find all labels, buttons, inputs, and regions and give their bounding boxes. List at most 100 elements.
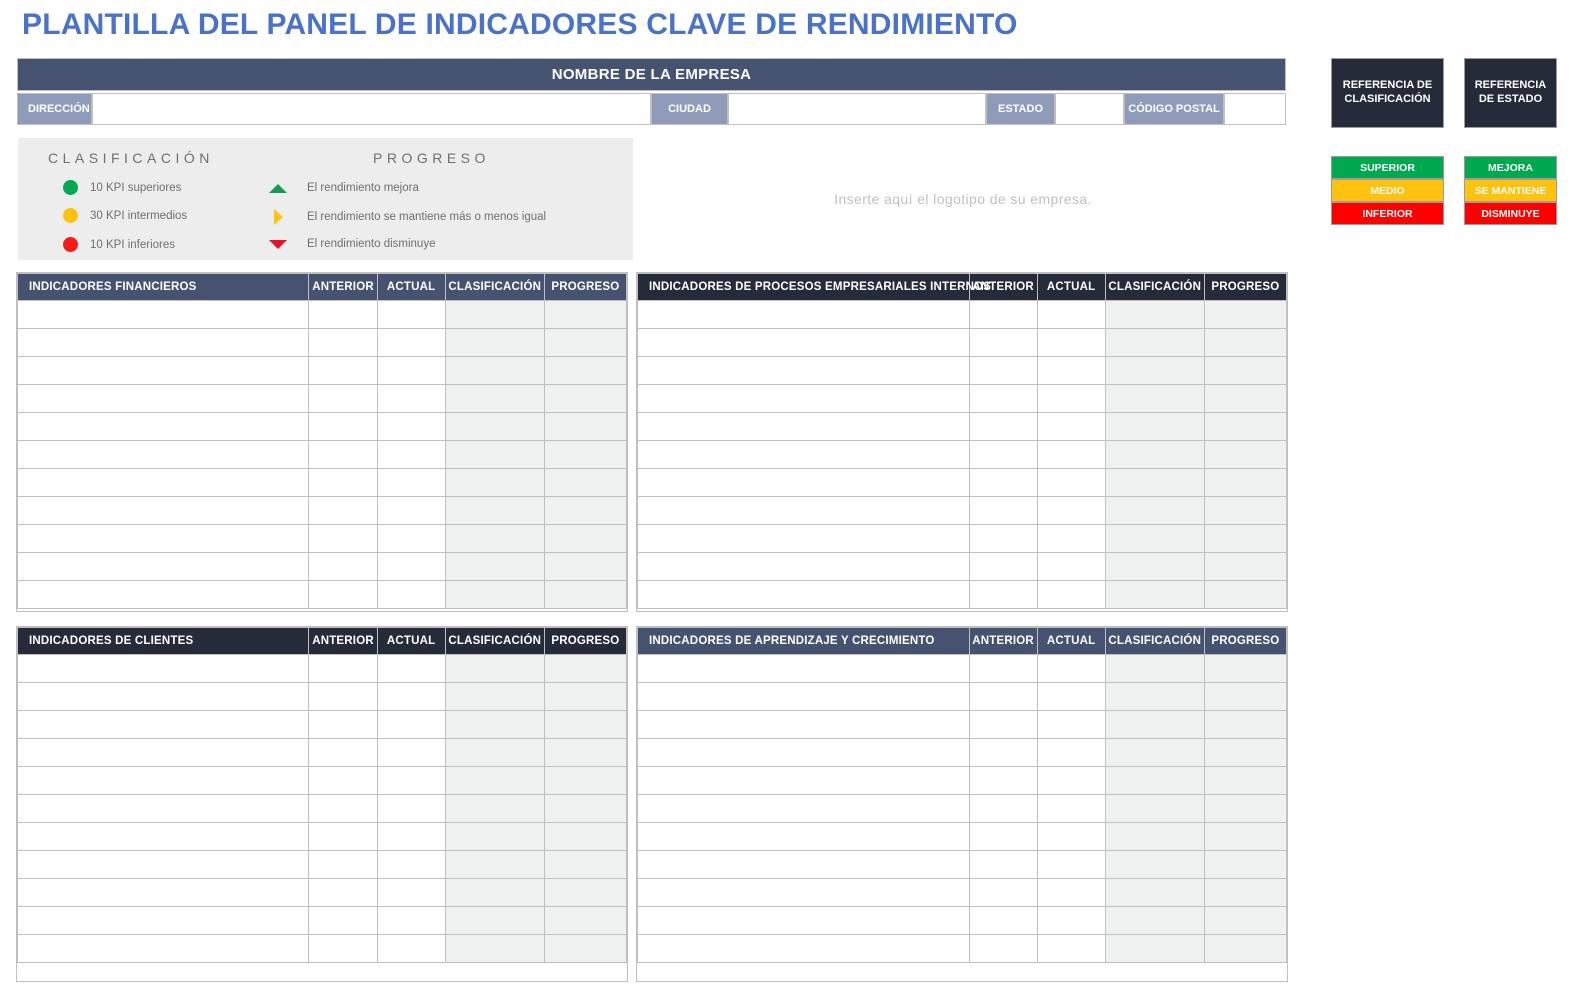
cell-indicator-name[interactable] [16,654,310,683]
cell-anterior[interactable] [308,850,378,879]
cell-clasificacion[interactable] [444,710,545,739]
cell-anterior[interactable] [968,934,1038,963]
cell-anterior[interactable] [968,654,1038,683]
cell-anterior[interactable] [308,580,378,609]
cell-anterior[interactable] [308,412,378,441]
cell-anterior[interactable] [308,300,378,329]
cell-indicator-name[interactable] [637,384,970,413]
cell-anterior[interactable] [968,850,1038,879]
cell-anterior[interactable] [308,822,378,851]
cell-indicator-name[interactable] [16,850,310,879]
cell-progreso[interactable] [543,356,628,385]
cell-actual[interactable] [1036,794,1106,823]
cell-clasificacion[interactable] [1104,682,1205,711]
cell-progreso[interactable] [1203,822,1288,851]
cell-actual[interactable] [376,524,446,553]
cell-clasificacion[interactable] [444,496,545,525]
cell-progreso[interactable] [1203,412,1288,441]
cell-anterior[interactable] [968,552,1038,581]
cell-indicator-name[interactable] [16,710,310,739]
cell-actual[interactable] [376,328,446,357]
cell-anterior[interactable] [968,328,1038,357]
cell-actual[interactable] [1036,580,1106,609]
cell-actual[interactable] [376,710,446,739]
cell-clasificacion[interactable] [1104,794,1205,823]
cell-clasificacion[interactable] [444,356,545,385]
cell-clasificacion[interactable] [1104,412,1205,441]
cell-anterior[interactable] [968,710,1038,739]
cell-progreso[interactable] [543,440,628,469]
cell-anterior[interactable] [308,654,378,683]
cell-actual[interactable] [376,300,446,329]
cell-clasificacion[interactable] [444,766,545,795]
cell-progreso[interactable] [1203,654,1288,683]
cell-indicator-name[interactable] [16,794,310,823]
cell-anterior[interactable] [968,356,1038,385]
cell-progreso[interactable] [1203,356,1288,385]
cell-actual[interactable] [1036,850,1106,879]
cell-indicator-name[interactable] [16,356,310,385]
cell-progreso[interactable] [543,906,628,935]
cell-indicator-name[interactable] [16,906,310,935]
cell-anterior[interactable] [308,682,378,711]
cell-indicator-name[interactable] [637,710,970,739]
cell-progreso[interactable] [543,878,628,907]
cell-progreso[interactable] [543,524,628,553]
cell-clasificacion[interactable] [444,300,545,329]
cell-actual[interactable] [1036,710,1106,739]
cell-indicator-name[interactable] [637,906,970,935]
cell-indicator-name[interactable] [637,766,970,795]
cell-actual[interactable] [376,738,446,767]
cell-indicator-name[interactable] [16,878,310,907]
cell-progreso[interactable] [1203,552,1288,581]
cell-progreso[interactable] [1203,384,1288,413]
cell-clasificacion[interactable] [444,934,545,963]
cell-actual[interactable] [376,906,446,935]
cell-indicator-name[interactable] [16,822,310,851]
cell-indicator-name[interactable] [637,300,970,329]
cell-clasificacion[interactable] [444,580,545,609]
cell-indicator-name[interactable] [637,412,970,441]
cell-clasificacion[interactable] [1104,580,1205,609]
cell-progreso[interactable] [543,552,628,581]
cell-indicator-name[interactable] [16,468,310,497]
cell-clasificacion[interactable] [1104,654,1205,683]
cell-actual[interactable] [1036,384,1106,413]
cell-actual[interactable] [1036,300,1106,329]
cell-progreso[interactable] [543,850,628,879]
cell-clasificacion[interactable] [1104,878,1205,907]
cell-progreso[interactable] [543,384,628,413]
cell-anterior[interactable] [968,300,1038,329]
cell-indicator-name[interactable] [637,496,970,525]
cell-anterior[interactable] [308,738,378,767]
cell-clasificacion[interactable] [1104,710,1205,739]
cell-clasificacion[interactable] [1104,496,1205,525]
cell-clasificacion[interactable] [1104,850,1205,879]
cell-actual[interactable] [376,654,446,683]
cell-progreso[interactable] [1203,906,1288,935]
cell-clasificacion[interactable] [444,878,545,907]
cell-progreso[interactable] [543,822,628,851]
cell-clasificacion[interactable] [1104,356,1205,385]
cell-anterior[interactable] [968,384,1038,413]
cell-anterior[interactable] [308,766,378,795]
cell-anterior[interactable] [308,468,378,497]
cell-clasificacion[interactable] [1104,822,1205,851]
cell-anterior[interactable] [968,822,1038,851]
cell-actual[interactable] [376,468,446,497]
cell-anterior[interactable] [308,794,378,823]
cell-anterior[interactable] [308,552,378,581]
cell-anterior[interactable] [308,384,378,413]
cell-indicator-name[interactable] [16,552,310,581]
cell-clasificacion[interactable] [1104,440,1205,469]
cell-indicator-name[interactable] [637,356,970,385]
cell-indicator-name[interactable] [16,766,310,795]
ciudad-input[interactable] [728,93,986,125]
cell-actual[interactable] [376,878,446,907]
cell-indicator-name[interactable] [16,580,310,609]
cell-actual[interactable] [376,356,446,385]
cell-anterior[interactable] [968,906,1038,935]
cell-actual[interactable] [1036,328,1106,357]
cell-progreso[interactable] [543,654,628,683]
cell-clasificacion[interactable] [1104,328,1205,357]
